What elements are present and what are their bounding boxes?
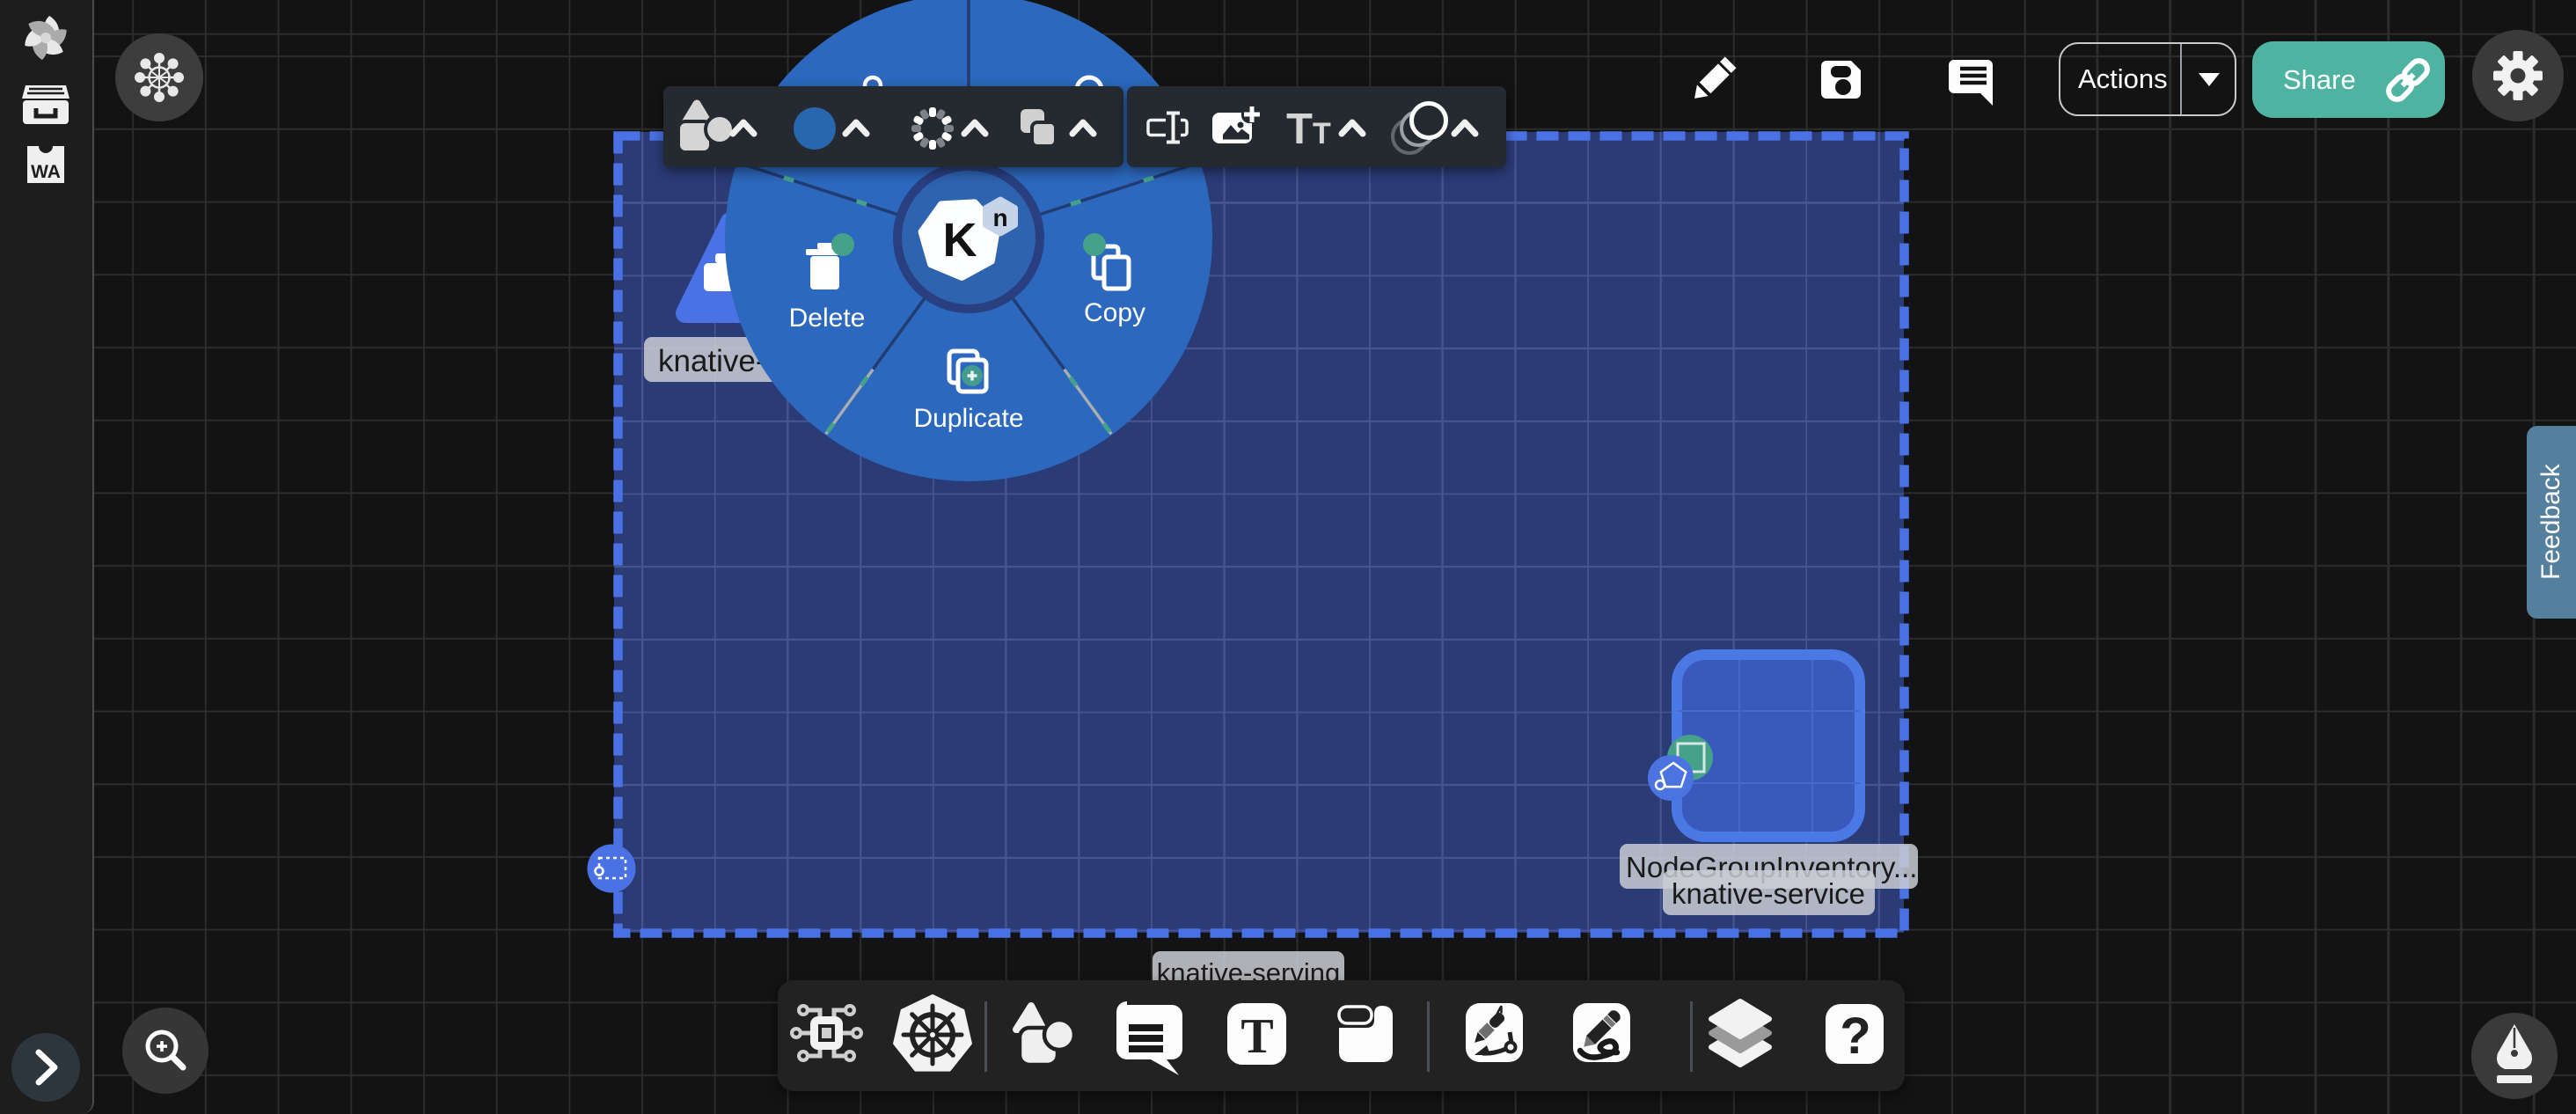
svg-text:K: K — [943, 214, 977, 267]
svg-text:Delete: Delete — [789, 304, 866, 333]
svg-text:knative-service: knative-service — [1672, 877, 1865, 910]
svg-text:n: n — [992, 204, 1007, 231]
svg-text:Duplicate: Duplicate — [913, 404, 1023, 433]
svg-text:Copy: Copy — [1084, 298, 1145, 327]
